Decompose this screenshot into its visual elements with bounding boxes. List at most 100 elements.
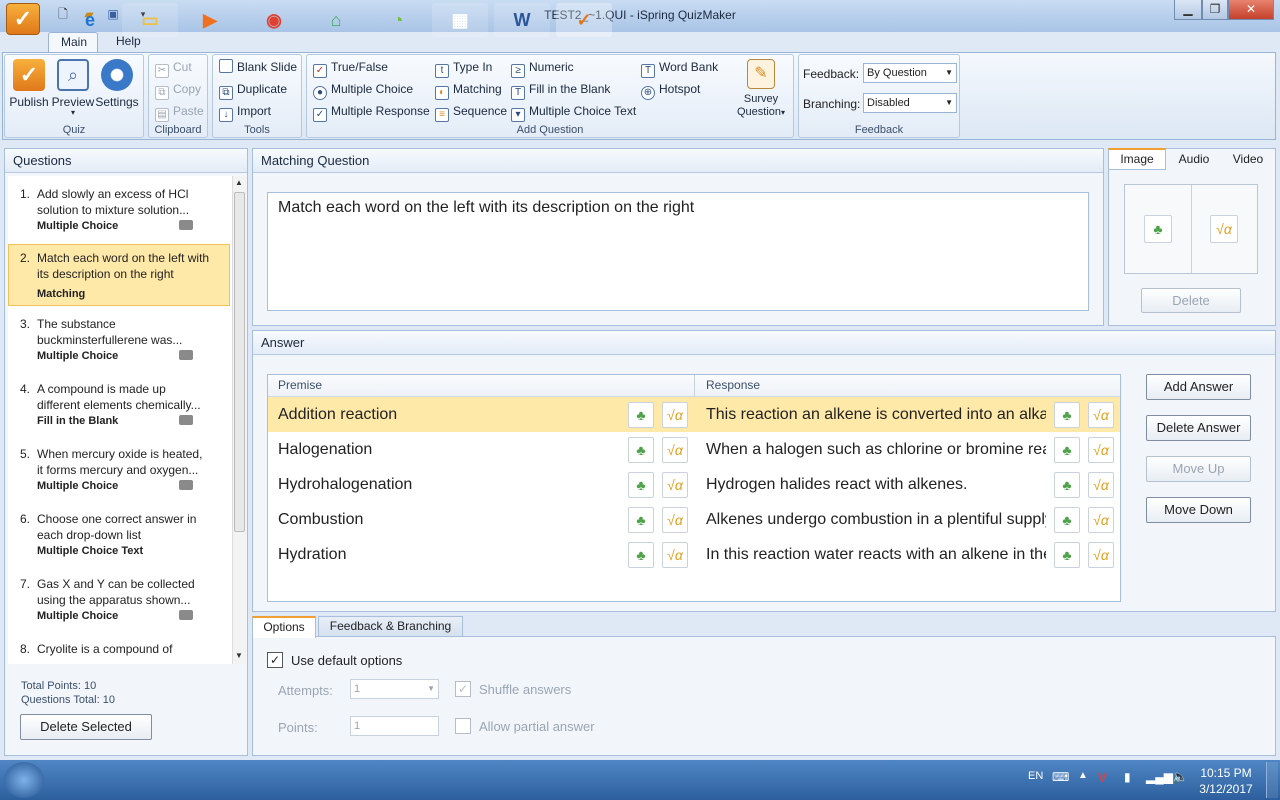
minimize-button[interactable]: ▁	[1174, 0, 1202, 20]
premise-image-icon[interactable]: ♣	[628, 437, 654, 463]
tab-options[interactable]: Options	[252, 616, 316, 638]
maximize-button[interactable]: ❐	[1202, 0, 1228, 20]
premise-formula-icon[interactable]: √α	[662, 507, 688, 533]
answer-row[interactable]: Addition reaction ♣ √α This reaction an …	[268, 397, 1120, 432]
feedback-select[interactable]: By Question ▼	[863, 63, 957, 83]
clock-time[interactable]: 10:15 PM	[1194, 766, 1258, 780]
premise-image-icon[interactable]: ♣	[628, 472, 654, 498]
response-formula-icon[interactable]: √α	[1088, 472, 1114, 498]
explorer-icon[interactable]: ▭	[122, 3, 178, 37]
multiple-choice-button[interactable]: ● Multiple Choice	[313, 79, 413, 100]
media-delete-button[interactable]: Delete	[1141, 288, 1241, 313]
premise-cell[interactable]: Hydration	[278, 537, 618, 572]
app-icon[interactable]: ⌂	[308, 3, 364, 37]
add-answer-button[interactable]: Add Answer	[1146, 374, 1251, 400]
question-item-1[interactable]: 1. Add slowly an excess of HCl solution t…	[8, 180, 230, 242]
sequence-button[interactable]: ≡ Sequence	[435, 101, 507, 122]
blank-slide-button[interactable]: Blank Slide	[219, 57, 297, 77]
quizmaker-taskbar-icon[interactable]: ✓	[556, 3, 612, 37]
insert-picture-icon[interactable]: ♣	[1144, 215, 1172, 243]
import-button[interactable]: ↓ Import	[219, 101, 271, 122]
question-item-8[interactable]: 8. Cryolite is a compound of	[8, 635, 230, 664]
tab-image[interactable]: Image	[1108, 148, 1166, 170]
response-cell[interactable]: Hydrogen halides react with alkenes.	[706, 467, 1046, 502]
paste-button[interactable]: ▤ Paste	[155, 101, 204, 122]
app-icon-3[interactable]: ▦	[432, 3, 488, 37]
premise-cell[interactable]: Hydrohalogenation	[278, 467, 618, 502]
volume-icon[interactable]: 🔈	[1172, 769, 1188, 785]
question-text-input[interactable]: Match each word on the left with its des…	[267, 192, 1089, 311]
clock-date[interactable]: 3/12/2017	[1194, 782, 1258, 796]
premise-cell[interactable]: Combustion	[278, 502, 618, 537]
preview-button[interactable]: ⌕ Preview ▾	[51, 59, 95, 117]
mc-text-button[interactable]: ▾ Multiple Choice Text	[511, 101, 636, 122]
multiple-response-button[interactable]: ✓ Multiple Response	[313, 101, 430, 122]
response-image-icon[interactable]: ♣	[1054, 472, 1080, 498]
premise-image-icon[interactable]: ♣	[628, 402, 654, 428]
response-cell[interactable]: This reaction an alkene is converted int…	[706, 397, 1046, 432]
network-icon[interactable]: ▂▄▆	[1146, 770, 1173, 784]
delete-answer-button[interactable]: Delete Answer	[1146, 415, 1251, 441]
move-down-button[interactable]: Move Down	[1146, 497, 1251, 523]
premise-image-icon[interactable]: ♣	[628, 542, 654, 568]
media-player-icon[interactable]: ▶	[182, 3, 238, 37]
settings-button[interactable]: Settings	[95, 59, 139, 109]
answer-row[interactable]: Hydrohalogenation ♣ √α Hydrogen halides …	[268, 467, 1120, 502]
premise-formula-icon[interactable]: √α	[662, 437, 688, 463]
premise-image-icon[interactable]: ♣	[628, 507, 654, 533]
survey-question-button[interactable]: ✎ Survey Question▾	[735, 59, 787, 119]
response-image-icon[interactable]: ♣	[1054, 437, 1080, 463]
answer-row[interactable]: Combustion ♣ √α Alkenes undergo combusti…	[268, 502, 1120, 537]
question-item-7[interactable]: 7. Gas X and Y can be collected using the…	[8, 570, 230, 632]
delete-selected-button[interactable]: Delete Selected	[20, 714, 152, 740]
publish-button[interactable]: ✓ Publish	[7, 59, 51, 109]
fill-blank-button[interactable]: T Fill in the Blank	[511, 79, 610, 100]
type-in-button[interactable]: t Type In	[435, 57, 492, 78]
keyboard-icon[interactable]: ⌨	[1052, 770, 1069, 784]
numeric-button[interactable]: ≥ Numeric	[511, 57, 574, 78]
question-list-scrollbar[interactable]: ▲ ▼	[232, 176, 246, 664]
question-item-3[interactable]: 3. The substance buckminsterfullerene was…	[8, 310, 230, 372]
premise-cell[interactable]: Addition reaction	[278, 397, 618, 432]
copy-button[interactable]: ⧉ Copy	[155, 79, 201, 100]
response-cell[interactable]: When a halogen such as chlorine or bromi…	[706, 432, 1046, 467]
answer-row[interactable]: Halogenation ♣ √α When a halogen such as…	[268, 432, 1120, 467]
response-cell[interactable]: Alkenes undergo combustion in a plentifu…	[706, 502, 1046, 537]
question-item-5[interactable]: 5. When mercury oxide is heated, it forms…	[8, 440, 230, 502]
response-formula-icon[interactable]: √α	[1088, 542, 1114, 568]
scrollbar-thumb[interactable]	[234, 192, 245, 532]
response-formula-icon[interactable]: √α	[1088, 437, 1114, 463]
tray-app-icon[interactable]: V	[1098, 770, 1107, 785]
start-button[interactable]	[4, 762, 44, 798]
use-default-checkbox[interactable]: ✓	[267, 652, 283, 668]
matching-button[interactable]: ◐ Matching	[435, 79, 502, 100]
answer-row[interactable]: Hydration ♣ √α In this reaction water re…	[268, 537, 1120, 572]
tab-audio[interactable]: Audio	[1170, 150, 1218, 170]
cut-button[interactable]: ✂ Cut	[155, 57, 192, 78]
tab-video[interactable]: Video	[1222, 150, 1274, 170]
word-bank-button[interactable]: T Word Bank	[641, 57, 718, 78]
language-indicator[interactable]: EN	[1028, 770, 1043, 782]
scroll-up-icon[interactable]: ▲	[235, 178, 243, 187]
partial-answer-checkbox[interactable]	[455, 718, 471, 734]
question-item-2[interactable]: 2. Match each word on the left with its d…	[8, 244, 230, 306]
true-false-button[interactable]: ✓ True/False	[313, 57, 388, 78]
question-item-4[interactable]: 4. A compound is made up different elemen…	[8, 375, 230, 437]
chrome-icon[interactable]: ◉	[246, 3, 302, 37]
show-desktop-button[interactable]	[1266, 762, 1278, 798]
tab-feedback-branching[interactable]: Feedback & Branching	[318, 616, 463, 637]
points-input[interactable]: 1	[350, 716, 439, 736]
close-button[interactable]: ✕	[1228, 0, 1274, 20]
word-icon[interactable]: W	[494, 3, 550, 37]
insert-formula-icon[interactable]: √α	[1210, 215, 1238, 243]
response-image-icon[interactable]: ♣	[1054, 542, 1080, 568]
response-cell[interactable]: In this reaction water reacts with an al…	[706, 537, 1046, 572]
premise-cell[interactable]: Halogenation	[278, 432, 618, 467]
hotspot-button[interactable]: ⊕ Hotspot	[641, 79, 700, 100]
response-image-icon[interactable]: ♣	[1054, 507, 1080, 533]
scroll-down-icon[interactable]: ▼	[235, 651, 243, 660]
premise-formula-icon[interactable]: √α	[662, 472, 688, 498]
question-item-6[interactable]: 6. Choose one correct answer in each drop…	[8, 505, 230, 567]
battery-icon[interactable]: ▮	[1124, 770, 1131, 784]
duplicate-button[interactable]: ⧉ Duplicate	[219, 79, 287, 100]
